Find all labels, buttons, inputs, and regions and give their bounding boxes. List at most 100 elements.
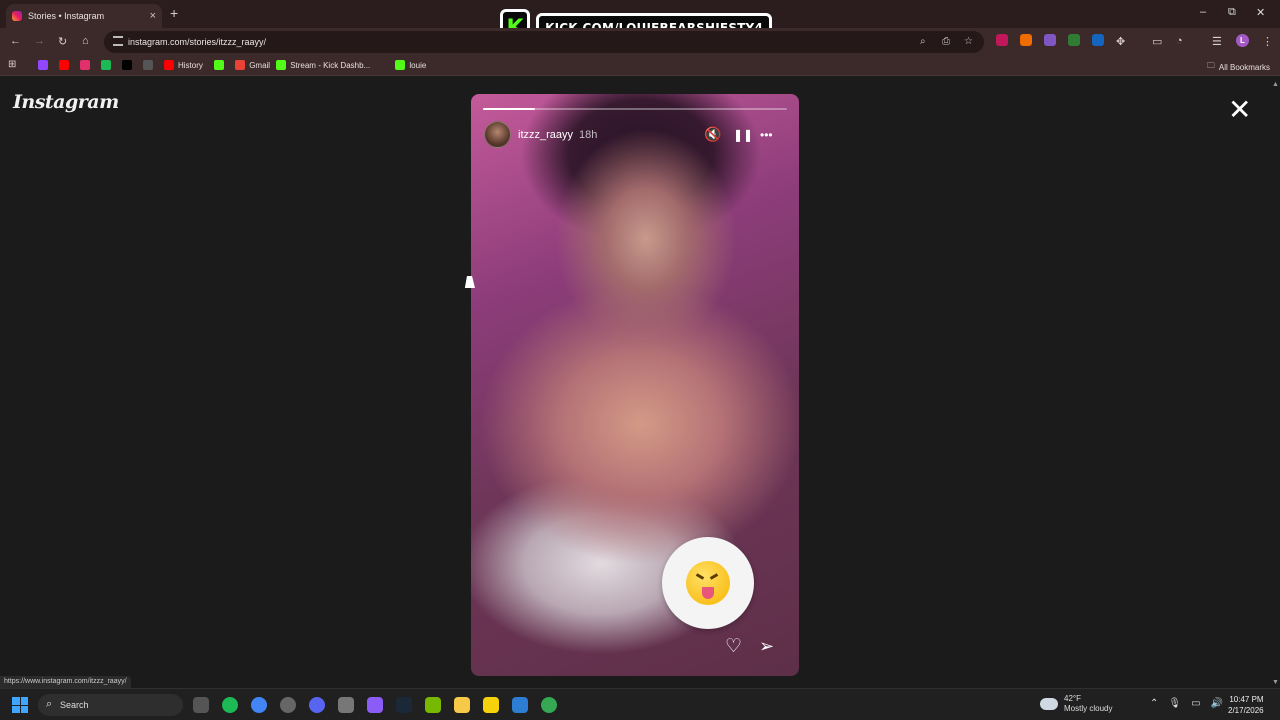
emoji-reaction-sticker[interactable] xyxy=(662,537,754,629)
apps-grid-icon[interactable]: ⊞ xyxy=(8,59,16,70)
spotify-icon xyxy=(101,60,111,70)
instagram-story-page: Instagram ✕ ▲ ▼ itzzz_raayy 18h 🔇 ❚❚ •••… xyxy=(0,77,1280,688)
browser-toolbar: ← → ↻ ⌂ instagram.com/stories/itzzz_raay… xyxy=(0,28,1280,56)
story-viewer[interactable]: itzzz_raayy 18h 🔇 ❚❚ ••• ♡ ➢ xyxy=(471,94,799,676)
new-tab-button[interactable]: + xyxy=(170,5,178,21)
chevron-up-icon[interactable]: ⌃ xyxy=(1150,698,1158,709)
close-window-button[interactable]: ✕ xyxy=(1256,6,1265,19)
taskbar-search-box[interactable]: ⌕ Search xyxy=(38,694,183,716)
extension-icon[interactable] xyxy=(1092,34,1104,46)
bookmark-item[interactable] xyxy=(214,60,225,70)
extension-icon[interactable] xyxy=(1020,34,1032,46)
app-icon[interactable] xyxy=(512,697,528,713)
pause-icon[interactable]: ❚❚ xyxy=(733,128,753,142)
gmail-icon xyxy=(235,60,246,70)
bookmark-item[interactable]: louie xyxy=(395,60,426,70)
bookmark-item[interactable]: Stream - Kick Dashb... xyxy=(276,60,370,70)
discord-icon[interactable] xyxy=(309,697,325,713)
extension-icon[interactable] xyxy=(1068,34,1080,46)
bookmark-item[interactable]: History xyxy=(164,60,203,70)
bookmark-item[interactable] xyxy=(122,60,132,70)
story-username[interactable]: itzzz_raayy xyxy=(518,129,573,141)
mute-icon[interactable]: 🔇 xyxy=(704,126,721,143)
site-info-icon[interactable] xyxy=(113,36,123,46)
nvidia-icon[interactable] xyxy=(425,697,441,713)
steam-icon[interactable] xyxy=(396,697,412,713)
twitch-icon xyxy=(38,60,48,70)
bookmark-item[interactable] xyxy=(101,60,111,70)
performance-icon[interactable]: ◔ xyxy=(1176,35,1183,47)
back-icon[interactable]: ← xyxy=(10,35,21,47)
sticky-notes-icon[interactable] xyxy=(483,697,499,713)
tab-close-button[interactable]: × xyxy=(150,10,156,22)
kick-icon xyxy=(214,60,225,70)
cast-icon[interactable]: ▭ xyxy=(1152,35,1162,48)
bookmark-star-icon[interactable]: ☆ xyxy=(964,36,973,47)
volume-icon[interactable]: 🔊 xyxy=(1211,698,1223,709)
instagram-icon xyxy=(80,60,90,70)
spotify-icon[interactable] xyxy=(222,697,238,713)
close-story-button[interactable]: ✕ xyxy=(1228,96,1251,124)
cloud-icon xyxy=(1040,698,1058,710)
forward-icon[interactable]: → xyxy=(34,35,45,47)
scrollbar[interactable]: ▲ ▼ xyxy=(1270,77,1280,688)
share-send-icon[interactable]: ➢ xyxy=(759,636,774,657)
all-bookmarks-button[interactable]: 🗀 All Bookmarks xyxy=(1207,60,1270,74)
app-icon xyxy=(143,60,153,70)
bookmark-item[interactable]: Gmail xyxy=(235,60,270,70)
youtube-history-icon xyxy=(164,60,174,70)
twitch-extension-icon[interactable] xyxy=(1044,34,1056,46)
browser-tab[interactable]: Stories • Instagram × xyxy=(6,4,162,28)
chrome-icon[interactable] xyxy=(251,697,267,713)
minimize-button[interactable]: – xyxy=(1200,6,1206,18)
reload-icon[interactable]: ↻ xyxy=(58,35,67,48)
kick-icon xyxy=(395,60,406,70)
bookmark-item[interactable] xyxy=(59,60,69,70)
bookmark-label: Stream - Kick Dashb... xyxy=(290,60,371,70)
status-bar-url: https://www.instagram.com/itzzz_raayy/ xyxy=(0,676,131,688)
youtube-icon xyxy=(59,60,69,70)
extensions-puzzle-icon[interactable]: ✥ xyxy=(1116,35,1125,48)
like-heart-icon[interactable]: ♡ xyxy=(725,635,742,658)
zany-face-emoji-icon xyxy=(686,561,730,605)
profile-avatar[interactable]: L xyxy=(1236,34,1249,47)
maximize-button[interactable]: ⧉ xyxy=(1228,6,1236,19)
task-view-icon[interactable] xyxy=(193,697,209,713)
bookmark-item[interactable] xyxy=(143,60,153,70)
chrome-icon[interactable] xyxy=(541,697,557,713)
more-options-icon[interactable]: ••• xyxy=(760,128,773,142)
weather-desc: Mostly cloudy xyxy=(1064,704,1113,713)
extension-icon[interactable] xyxy=(996,34,1008,46)
bookmark-item[interactable] xyxy=(80,60,90,70)
instagram-logo[interactable]: Instagram xyxy=(13,91,119,113)
address-bar[interactable]: instagram.com/stories/itzzz_raayy/ ⌕ ⎙ ☆ xyxy=(104,31,984,53)
bookmarks-bar: ⊞ History Gmail Stream - Kick Dashb... loui… xyxy=(0,56,1280,76)
file-explorer-icon[interactable] xyxy=(454,697,470,713)
game-controller-icon[interactable] xyxy=(367,697,383,713)
bookmark-label: louie xyxy=(409,60,427,70)
install-app-icon[interactable]: ⎙ xyxy=(942,36,950,47)
app-icon[interactable] xyxy=(280,697,296,713)
story-timestamp: 18h xyxy=(579,129,598,141)
weather-temp: 42°F xyxy=(1064,694,1081,703)
weather-widget[interactable]: 42°F Mostly cloudy xyxy=(1040,694,1112,714)
system-clock[interactable]: 10:47 PM 2/17/2026 xyxy=(1228,694,1264,716)
scroll-down-icon[interactable]: ▼ xyxy=(1272,679,1279,686)
avatar[interactable] xyxy=(484,121,511,148)
kick-icon xyxy=(276,60,287,70)
bookmark-item[interactable] xyxy=(38,60,48,70)
settings-gear-icon[interactable] xyxy=(338,697,354,713)
search-icon: ⌕ xyxy=(46,698,53,710)
reading-list-icon[interactable]: ☰ xyxy=(1212,35,1222,48)
windows-start-icon[interactable] xyxy=(12,697,28,713)
instagram-favicon-icon xyxy=(12,11,22,21)
microphone-icon[interactable]: 🎙 xyxy=(1168,698,1181,709)
zoom-icon[interactable]: ⌕ xyxy=(920,36,926,47)
x-icon xyxy=(122,60,132,70)
menu-icon[interactable]: ⋮ xyxy=(1262,35,1273,48)
home-icon[interactable]: ⌂ xyxy=(82,35,89,47)
network-icon[interactable]: ▭ xyxy=(1191,698,1200,709)
url-text: instagram.com/stories/itzzz_raayy/ xyxy=(128,37,267,47)
scroll-up-icon[interactable]: ▲ xyxy=(1272,81,1279,88)
story-progress-bar xyxy=(483,108,787,110)
